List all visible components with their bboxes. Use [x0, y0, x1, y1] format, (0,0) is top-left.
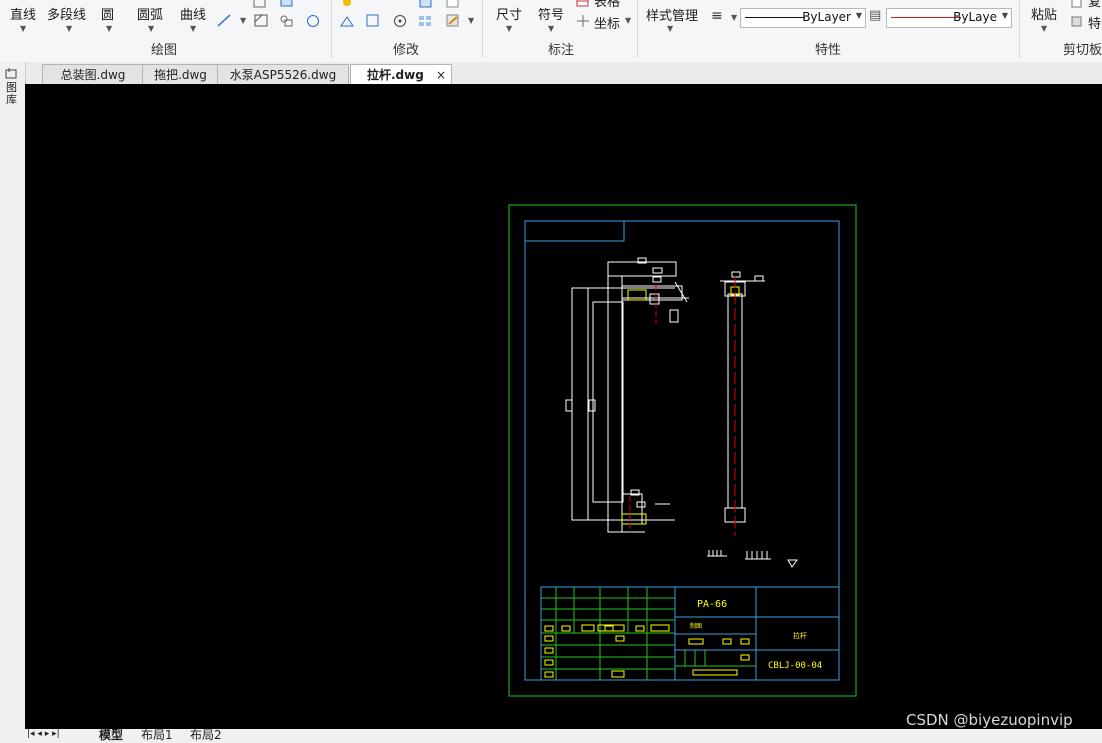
group-label-annotate: 标注: [548, 43, 575, 58]
library-icon[interactable]: [5, 68, 19, 80]
chevron-down-icon: ▼: [855, 11, 862, 20]
style-manager-label: 样式管理: [646, 9, 699, 24]
chevron-down-icon: ▼: [106, 24, 113, 33]
group-label-properties: 特性: [815, 43, 842, 58]
chevron-down-icon[interactable]: ▼: [731, 13, 737, 22]
rectangle-icon[interactable]: [253, 0, 267, 9]
polyline-tool-label: 多段线: [47, 8, 87, 23]
chevron-down-icon: ▼: [148, 24, 155, 33]
table-icon: [576, 0, 589, 7]
color-value: ByLaye: [953, 10, 997, 24]
ribbon-toolbar: 直线 ▼ 多段线 ▼ 圆 ▼ 圆弧 ▼ 曲线 ▼ ▼ ▼ 尺寸 ▼ 符号 ▼ 表…: [0, 0, 1102, 63]
tab-pull-rod[interactable]: 拉杆.dwg ×: [350, 64, 452, 86]
tab-model[interactable]: 模型: [99, 726, 123, 743]
chevron-down-icon: ▼: [506, 24, 513, 33]
coordinate-icon: [577, 15, 589, 27]
group-label-draw: 绘图: [151, 43, 178, 58]
chevron-down-icon: ▼: [667, 24, 674, 33]
match-properties-icon[interactable]: [1070, 15, 1084, 28]
tab-layout1[interactable]: 布局1: [141, 726, 173, 743]
layout-tab-bar: |◂ ◂ ▸ ▸| 模型 布局1 布局2: [25, 726, 1102, 743]
circle-tool-label: 圆: [101, 8, 115, 23]
library-tab-label[interactable]: 图库: [6, 82, 18, 106]
chevron-down-icon: ▼: [625, 16, 632, 25]
rotate-icon[interactable]: [393, 14, 407, 27]
copy-label[interactable]: 复: [1088, 0, 1101, 10]
copy-clip-icon[interactable]: [1070, 0, 1084, 9]
color-select[interactable]: ByLaye ▼: [886, 8, 1012, 28]
roughness-notes: [707, 550, 798, 568]
block-icon[interactable]: [279, 14, 293, 27]
front-view: [565, 257, 689, 533]
tab-label: 水泵ASP5526.dwg: [229, 68, 337, 82]
outer-frame: [508, 204, 857, 697]
drawing-canvas[interactable]: PA-66 CBLJ-00-04 拉杆 制图: [25, 84, 1102, 729]
region-icon[interactable]: [306, 14, 320, 27]
tab-layout2[interactable]: 布局2: [190, 726, 222, 743]
close-icon[interactable]: ×: [436, 65, 446, 85]
table-label: 表格: [594, 0, 621, 10]
chevron-down-icon[interactable]: ▼: [468, 16, 474, 25]
dimension-label: 尺寸: [496, 8, 523, 23]
drawing-number-text: CBLJ-00-04: [768, 661, 822, 671]
tab-label: 总装图.dwg: [60, 68, 126, 82]
construction-line-icon[interactable]: [217, 14, 231, 27]
tab-mop[interactable]: 拖把.dwg: [142, 64, 219, 85]
drawing-code-box: [524, 220, 625, 242]
linestyle-icon[interactable]: ▤: [869, 8, 881, 23]
symbol-label: 符号: [538, 8, 565, 23]
left-panel: 图库: [0, 62, 26, 740]
document-tab-bar: 总装图.dwg 拖把.dwg 水泵ASP5526.dwg 拉杆.dwg ×: [0, 62, 1102, 86]
linetype-value: ByLayer: [802, 10, 851, 24]
array-icon[interactable]: [418, 14, 432, 27]
tab-pump[interactable]: 水泵ASP5526.dwg: [217, 64, 349, 85]
chevron-down-icon: ▼: [66, 24, 73, 33]
arc-tool-label: 圆弧: [137, 8, 164, 23]
paste-label: 粘贴: [1031, 8, 1058, 23]
curve-tool-label: 曲线: [180, 8, 207, 23]
stretch-icon[interactable]: [366, 14, 380, 27]
polygon-icon[interactable]: [280, 0, 294, 9]
material-text: PA-66: [697, 599, 727, 610]
chevron-down-icon: ▼: [548, 24, 555, 33]
copy-icon[interactable]: [419, 0, 433, 9]
tab-assembly-drawing[interactable]: 总装图.dwg: [42, 64, 144, 85]
chevron-down-icon: ▼: [190, 24, 197, 33]
match-properties-label[interactable]: 特: [1088, 13, 1101, 32]
watermark-text: CSDN @biyezuopinvip: [906, 711, 1073, 729]
line-tool-label: 直线: [10, 8, 37, 23]
chevron-down-icon: ▼: [1041, 24, 1048, 33]
coordinate-label: 坐标: [594, 17, 621, 32]
tab-label: 拉杆.dwg: [367, 68, 424, 82]
chevron-down-icon: ▼: [20, 24, 27, 33]
tab-label: 拖把.dwg: [154, 68, 207, 82]
linetype-select[interactable]: ByLayer ▼: [740, 8, 866, 28]
hatch-icon[interactable]: [254, 14, 268, 27]
move-icon[interactable]: [341, 0, 355, 9]
lineweight-icon[interactable]: ≡: [711, 8, 723, 24]
mirror-icon[interactable]: [340, 14, 354, 27]
cad-drawing: PA-66 CBLJ-00-04 拉杆 制图: [508, 204, 857, 697]
group-label-clipboard: 剪切板: [1063, 43, 1102, 58]
part-name-text: 拉杆: [793, 631, 807, 640]
edit-icon[interactable]: [446, 14, 460, 27]
group-label-modify: 修改: [393, 43, 420, 58]
chevron-down-icon[interactable]: ▼: [240, 16, 246, 25]
drafter-stamp-text: 制图: [690, 622, 702, 630]
layout-nav-arrows[interactable]: |◂ ◂ ▸ ▸|: [27, 729, 60, 739]
chevron-down-icon: ▼: [1001, 11, 1008, 20]
side-view: [720, 271, 765, 523]
delete-icon[interactable]: [446, 0, 460, 9]
